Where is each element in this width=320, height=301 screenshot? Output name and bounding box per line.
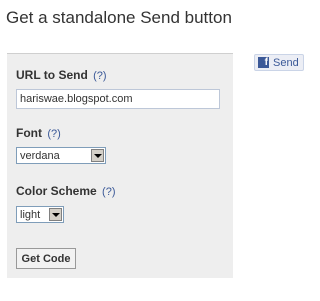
color-scheme-label: Color Scheme (?)	[16, 184, 116, 198]
color-scheme-label-text: Color Scheme	[16, 184, 97, 198]
font-label: Font (?)	[16, 126, 61, 140]
chevron-down-icon[interactable]	[91, 149, 104, 162]
get-code-button[interactable]: Get Code	[16, 248, 76, 269]
facebook-icon: f	[258, 57, 269, 68]
font-select[interactable]: verdana	[16, 147, 106, 164]
url-label: URL to Send (?)	[16, 68, 107, 82]
color-scheme-help-link[interactable]: (?)	[102, 186, 115, 198]
send-form-panel: URL to Send (?) Font (?) verdana Color S…	[7, 53, 233, 278]
font-label-text: Font	[16, 126, 42, 140]
font-select-value: verdana	[20, 150, 60, 162]
url-input[interactable]	[16, 89, 220, 109]
font-help-link[interactable]: (?)	[47, 128, 60, 140]
color-scheme-select-value: light	[20, 209, 41, 221]
chevron-down-icon[interactable]	[49, 208, 62, 221]
url-label-text: URL to Send	[16, 68, 88, 82]
color-scheme-select[interactable]: light	[16, 206, 64, 223]
url-help-link[interactable]: (?)	[93, 70, 106, 82]
page-title: Get a standalone Send button	[6, 8, 232, 27]
send-button-label: Send	[273, 56, 299, 69]
facebook-send-button[interactable]: f Send	[254, 54, 304, 71]
